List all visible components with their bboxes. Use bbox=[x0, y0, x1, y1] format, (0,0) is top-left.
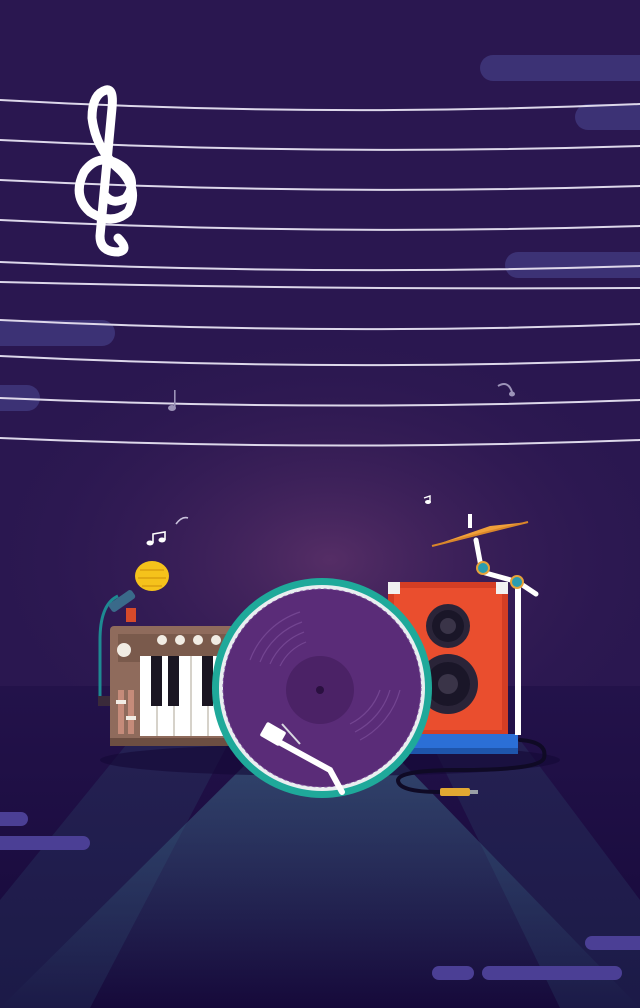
pill bbox=[575, 104, 640, 130]
pill bbox=[0, 812, 28, 826]
music-poster bbox=[0, 0, 640, 1008]
poster-artwork bbox=[0, 0, 640, 1008]
pill bbox=[505, 252, 640, 278]
pill bbox=[585, 936, 640, 950]
pill bbox=[480, 55, 640, 81]
pill bbox=[432, 966, 474, 980]
pill bbox=[0, 836, 90, 850]
pill bbox=[482, 966, 622, 980]
vinyl-record-icon bbox=[212, 578, 432, 798]
